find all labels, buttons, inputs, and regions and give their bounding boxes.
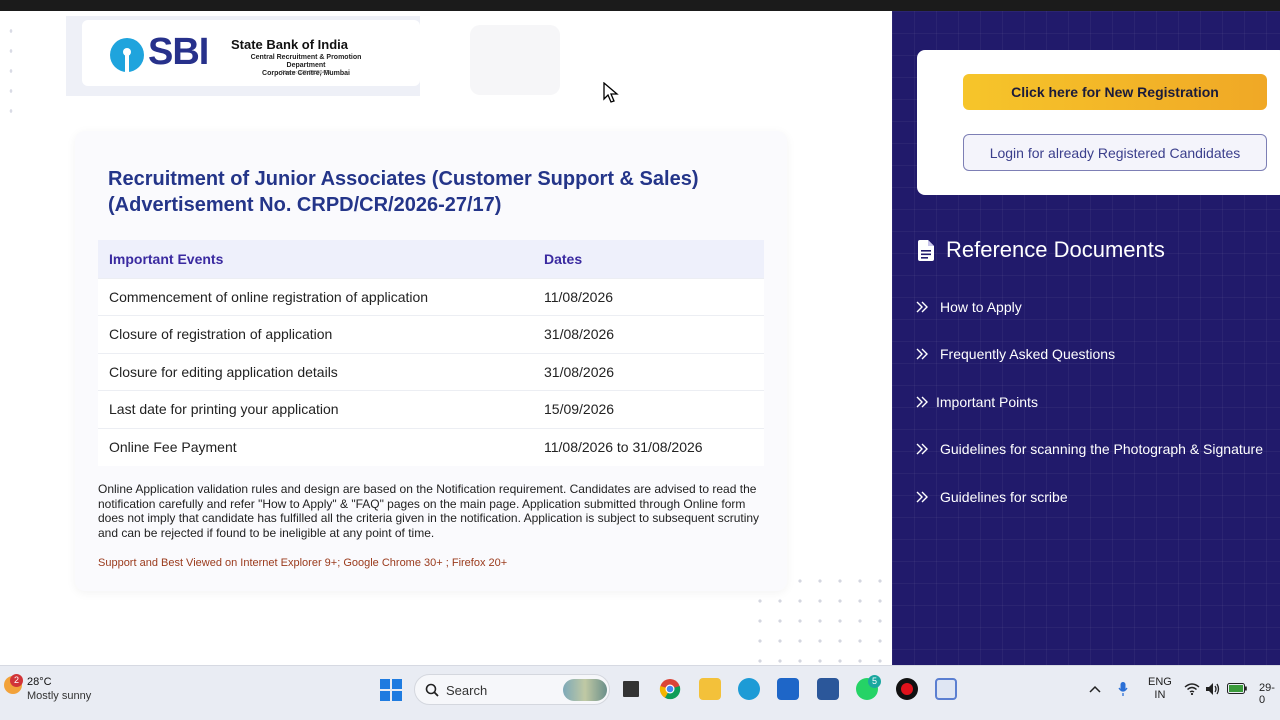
wifi-icon[interactable] [1184, 682, 1200, 695]
windows-taskbar: 2 28°C Mostly sunny Search 5 ENG IN 29-0 [0, 665, 1280, 720]
table-row: Last date for printing your application … [98, 390, 764, 428]
ref-link-scanning-guidelines[interactable]: Guidelines for scanning the Photograph &… [916, 426, 1263, 474]
event-cell: Closure for editing application details [98, 352, 533, 391]
browser-support-note: Support and Best Viewed on Internet Expl… [98, 557, 508, 569]
org-department: Central Recruitment & Promotion Departme… [250, 54, 362, 69]
double-chevron-right-icon [916, 443, 928, 455]
chrome-icon[interactable] [659, 678, 681, 700]
weather-temperature[interactable]: 28°C [27, 676, 52, 688]
org-phone: Phone: 022-22820427 [281, 70, 331, 76]
windows-start-icon[interactable] [380, 679, 402, 701]
event-cell: Closure of registration of application [98, 315, 533, 353]
date-cell: 31/08/2026 [533, 315, 764, 353]
weather-description[interactable]: Mostly sunny [27, 690, 91, 702]
sbi-logo-icon [110, 38, 144, 72]
double-chevron-right-icon [916, 301, 928, 313]
important-events-table: Important Events Dates Commencement of o… [98, 240, 764, 466]
weather-notification-badge: 2 [10, 674, 23, 687]
application-note: Online Application validation rules and … [98, 482, 760, 540]
table-row: Closure for editing application details … [98, 352, 764, 391]
title-line-2: (Advertisement No. CRPD/CR/2026-27/17) [108, 194, 502, 216]
taskbar-search[interactable]: Search [414, 674, 610, 705]
mouse-cursor-icon [603, 82, 619, 103]
task-view-icon[interactable] [620, 678, 642, 700]
new-registration-button[interactable]: Click here for New Registration [963, 74, 1267, 110]
event-cell: Commencement of online registration of a… [98, 277, 533, 316]
ref-link-label: Frequently Asked Questions [940, 346, 1116, 363]
search-icon [425, 683, 439, 697]
window-top-edge [0, 0, 1280, 11]
ref-link-label: How to Apply [940, 298, 1022, 315]
chevron-up-icon[interactable] [1089, 684, 1101, 694]
date-cell: 15/09/2026 [533, 390, 764, 428]
table-row: Commencement of online registration of a… [98, 277, 764, 316]
date-cell: 11/08/2026 [533, 277, 764, 316]
column-header-dates: Dates [533, 240, 764, 278]
ref-link-label: Guidelines for scribe [940, 488, 1068, 505]
event-cell: Last date for printing your application [98, 390, 533, 428]
whatsapp-badge: 5 [868, 675, 881, 688]
table-header-row: Important Events Dates [98, 240, 764, 278]
reference-documents-header: Reference Documents [918, 237, 1165, 263]
page-content: SBI State Bank of India Central Recruitm… [0, 11, 1280, 665]
store-icon[interactable] [777, 678, 799, 700]
edge-icon[interactable] [738, 678, 760, 700]
table-row: Online Fee Payment 11/08/2026 to 31/08/2… [98, 427, 764, 466]
ref-link-how-to-apply[interactable]: How to Apply [916, 283, 1263, 331]
region-code: IN [1154, 689, 1166, 701]
reference-documents-list: How to Apply Frequently Asked Questions … [916, 283, 1263, 521]
search-label: Search [446, 683, 488, 698]
snipping-tool-icon[interactable] [935, 678, 957, 700]
document-icon [918, 239, 934, 261]
clock-date[interactable]: 29-0 [1259, 682, 1280, 706]
double-chevron-right-icon [916, 491, 928, 503]
header-decoration [470, 25, 560, 95]
ref-link-important-points[interactable]: Important Points [916, 378, 1263, 426]
ref-link-label: Important Points [936, 393, 1038, 410]
ref-link-label: Guidelines for scanning the Photograph &… [940, 441, 1263, 458]
column-header-events: Important Events [98, 240, 533, 278]
ref-link-faq[interactable]: Frequently Asked Questions [916, 331, 1263, 379]
date-cell: 31/08/2026 [533, 352, 764, 391]
microphone-icon[interactable] [1117, 681, 1129, 697]
file-explorer-icon[interactable] [699, 678, 721, 700]
word-icon[interactable] [817, 678, 839, 700]
registration-box [917, 50, 1280, 195]
language-indicator[interactable]: ENG IN [1148, 676, 1172, 702]
volume-icon[interactable] [1205, 682, 1221, 696]
logo-text: SBI [148, 31, 209, 73]
double-chevron-right-icon [916, 396, 928, 408]
event-cell: Online Fee Payment [98, 427, 533, 466]
title-line-1: Recruitment of Junior Associates (Custom… [108, 168, 699, 190]
record-icon[interactable] [896, 678, 918, 700]
org-name: State Bank of India [231, 37, 349, 52]
page-title: Recruitment of Junior Associates (Custom… [108, 166, 748, 218]
double-chevron-right-icon [916, 348, 928, 360]
battery-icon[interactable] [1227, 683, 1247, 694]
date-cell: 11/08/2026 to 31/08/2026 [533, 427, 764, 466]
table-row: Closure of registration of application 3… [98, 315, 764, 353]
search-highlight-image [563, 679, 607, 701]
reference-documents-title: Reference Documents [946, 237, 1165, 262]
language-code: ENG [1148, 676, 1172, 688]
ref-link-scribe-guidelines[interactable]: Guidelines for scribe [916, 473, 1263, 521]
login-button[interactable]: Login for already Registered Candidates [963, 134, 1267, 171]
